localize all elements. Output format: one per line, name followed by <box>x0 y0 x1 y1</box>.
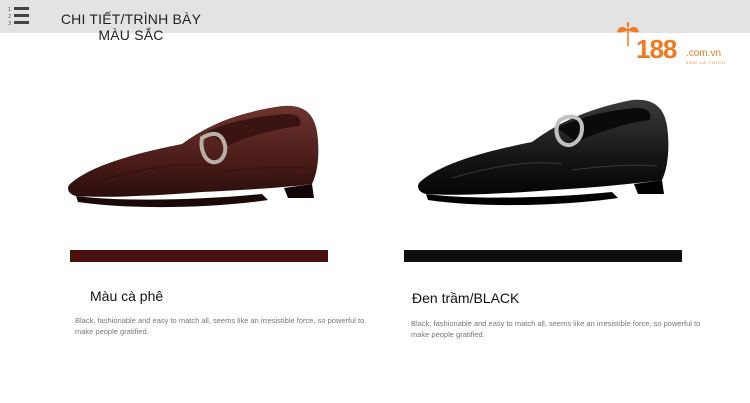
black-color-swatch <box>404 250 682 262</box>
svg-text:3: 3 <box>8 21 11 26</box>
logo-tagline: XEM LÀ THÍCH <box>686 60 726 65</box>
variant-name-brown: Màu cà phê <box>90 288 164 304</box>
brand-logo[interactable]: 188 .com.vn XEM LÀ THÍCH <box>616 22 736 70</box>
variant-description-black: Black, fashionable and easy to match all… <box>411 319 701 339</box>
numbered-list-icon[interactable]: 1 2 3 <box>8 6 30 26</box>
logo-number: 188 <box>636 34 677 64</box>
black-monk-strap-shoe <box>418 99 669 206</box>
variant-name-black: Đen trầm/BLACK <box>412 290 520 306</box>
brown-monk-strap-shoe <box>68 105 319 208</box>
variant-description-brown: Black, fashionable and easy to match all… <box>75 316 365 336</box>
svg-text:1: 1 <box>8 7 11 13</box>
svg-text:2: 2 <box>8 14 11 20</box>
page-title: CHI TIẾT/TRÌNH BÀY MÀU SẮC <box>60 11 202 43</box>
logo-domain: .com.vn <box>686 48 722 59</box>
brown-color-swatch <box>70 250 328 262</box>
